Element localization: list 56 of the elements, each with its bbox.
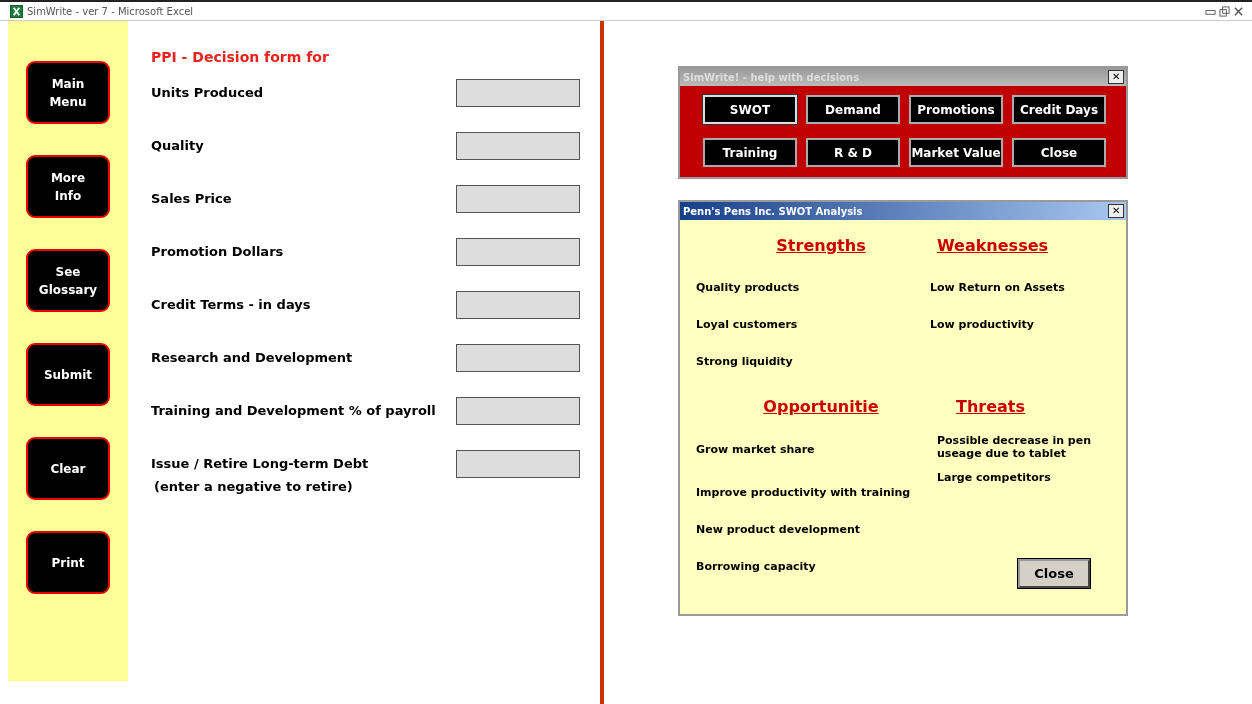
field-label: Promotion Dollars	[151, 244, 284, 259]
close-button[interactable]: Close	[1018, 559, 1090, 588]
window-title: SimWrite - ver 7 - Microsoft Excel	[27, 5, 194, 17]
swot-item: Low Return on Assets	[930, 281, 1066, 296]
swot-item: Borrowing capacity	[696, 560, 817, 575]
swot-item: Strong liquidity	[696, 355, 794, 370]
help-button[interactable]: Promotions	[909, 95, 1003, 124]
dialog-title: SimWrite! - help with decisions	[683, 71, 860, 83]
input-field[interactable]	[456, 344, 580, 372]
close-button[interactable]: ✕	[1108, 70, 1124, 84]
input-field[interactable]	[456, 397, 580, 425]
swot-item: Quality products	[696, 281, 801, 296]
swot-item: Grow market share	[696, 443, 816, 458]
swot-item: Large competitors	[937, 471, 1052, 484]
help-button[interactable]: SWOT	[703, 95, 797, 124]
field-label: Sales Price	[151, 191, 232, 206]
input-field[interactable]	[456, 238, 580, 266]
swot-heading: Strengths	[776, 236, 866, 256]
help-button[interactable]: Credit Days	[1012, 95, 1106, 124]
field-label: Training and Development % of payroll	[151, 403, 436, 418]
help-button[interactable]: Demand	[806, 95, 900, 124]
restore-icon[interactable]	[1219, 5, 1230, 17]
field-label: Units Produced	[151, 85, 263, 100]
input-field[interactable]	[456, 185, 580, 213]
help-button[interactable]: Market Value	[909, 138, 1003, 167]
input-field[interactable]	[456, 291, 580, 319]
excel-icon	[10, 4, 23, 18]
close-button[interactable]: ✕	[1108, 204, 1124, 218]
macro-button[interactable]: See Glossary	[26, 249, 110, 312]
field-label: Research and Development	[151, 350, 353, 365]
input-field[interactable]	[456, 450, 580, 478]
swot-heading: Opportunitie	[763, 397, 879, 417]
dialog-title: Penn's Pens Inc. SWOT Analysis	[683, 205, 863, 217]
macro-button[interactable]: Submit	[26, 343, 110, 406]
macro-button[interactable]: More Info	[26, 155, 110, 218]
form-title: PPI - Decision form for	[151, 49, 330, 65]
swot-heading: Threats	[956, 397, 1026, 417]
swot-item: Possible decrease in pen useage due to tablet	[937, 434, 1093, 462]
close-icon[interactable]	[1233, 5, 1244, 17]
help-button[interactable]: R & D	[806, 138, 900, 167]
help-button[interactable]: Close	[1012, 138, 1106, 167]
macro-button[interactable]: Main Menu	[26, 61, 110, 124]
swot-item: New product development	[696, 523, 861, 538]
field-note: (enter a negative to retire)	[153, 479, 354, 494]
swot-item: Improve productivity with training	[696, 486, 912, 501]
swot-item: Low productivity	[930, 318, 1036, 333]
help-button[interactable]: Training	[703, 138, 797, 167]
field-label: Credit Terms - in days	[151, 297, 311, 312]
swot-item: Loyal customers	[696, 318, 799, 333]
swot-heading: Weaknesses	[937, 236, 1050, 256]
input-field[interactable]	[456, 132, 580, 160]
field-label: Issue / Retire Long-term Debt	[151, 456, 369, 471]
input-field[interactable]	[456, 79, 580, 107]
macro-button[interactable]: Clear	[26, 437, 110, 500]
macro-button[interactable]: Print	[26, 531, 110, 594]
field-label: Quality	[151, 138, 204, 153]
